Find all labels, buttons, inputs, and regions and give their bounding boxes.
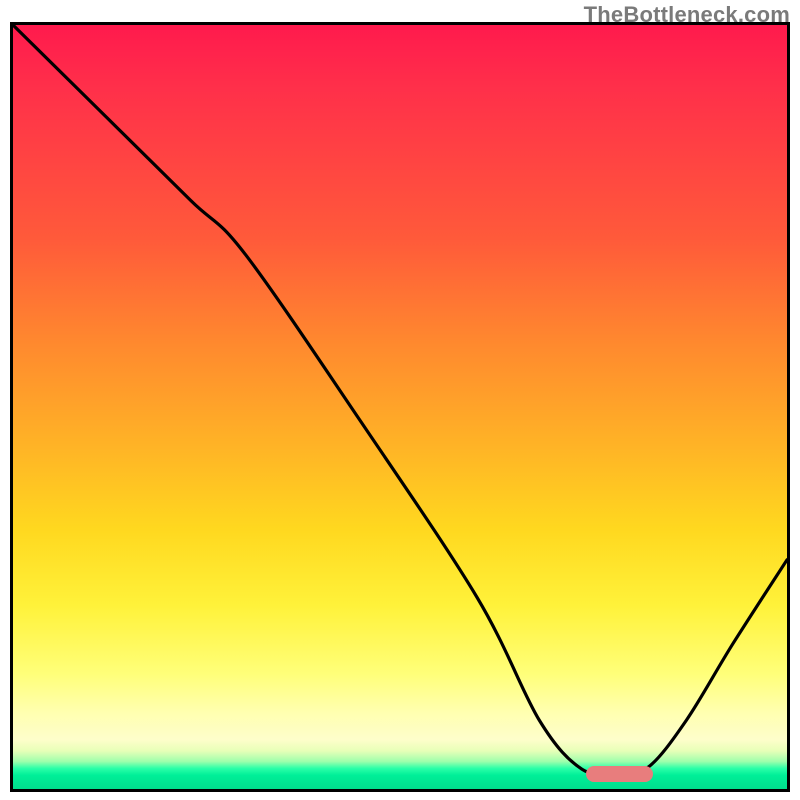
curve-path bbox=[13, 25, 787, 774]
bottleneck-curve bbox=[13, 25, 787, 789]
chart-stage: TheBottleneck.com bbox=[0, 0, 800, 800]
plot-area bbox=[10, 22, 790, 792]
optimal-range-marker bbox=[586, 766, 652, 782]
